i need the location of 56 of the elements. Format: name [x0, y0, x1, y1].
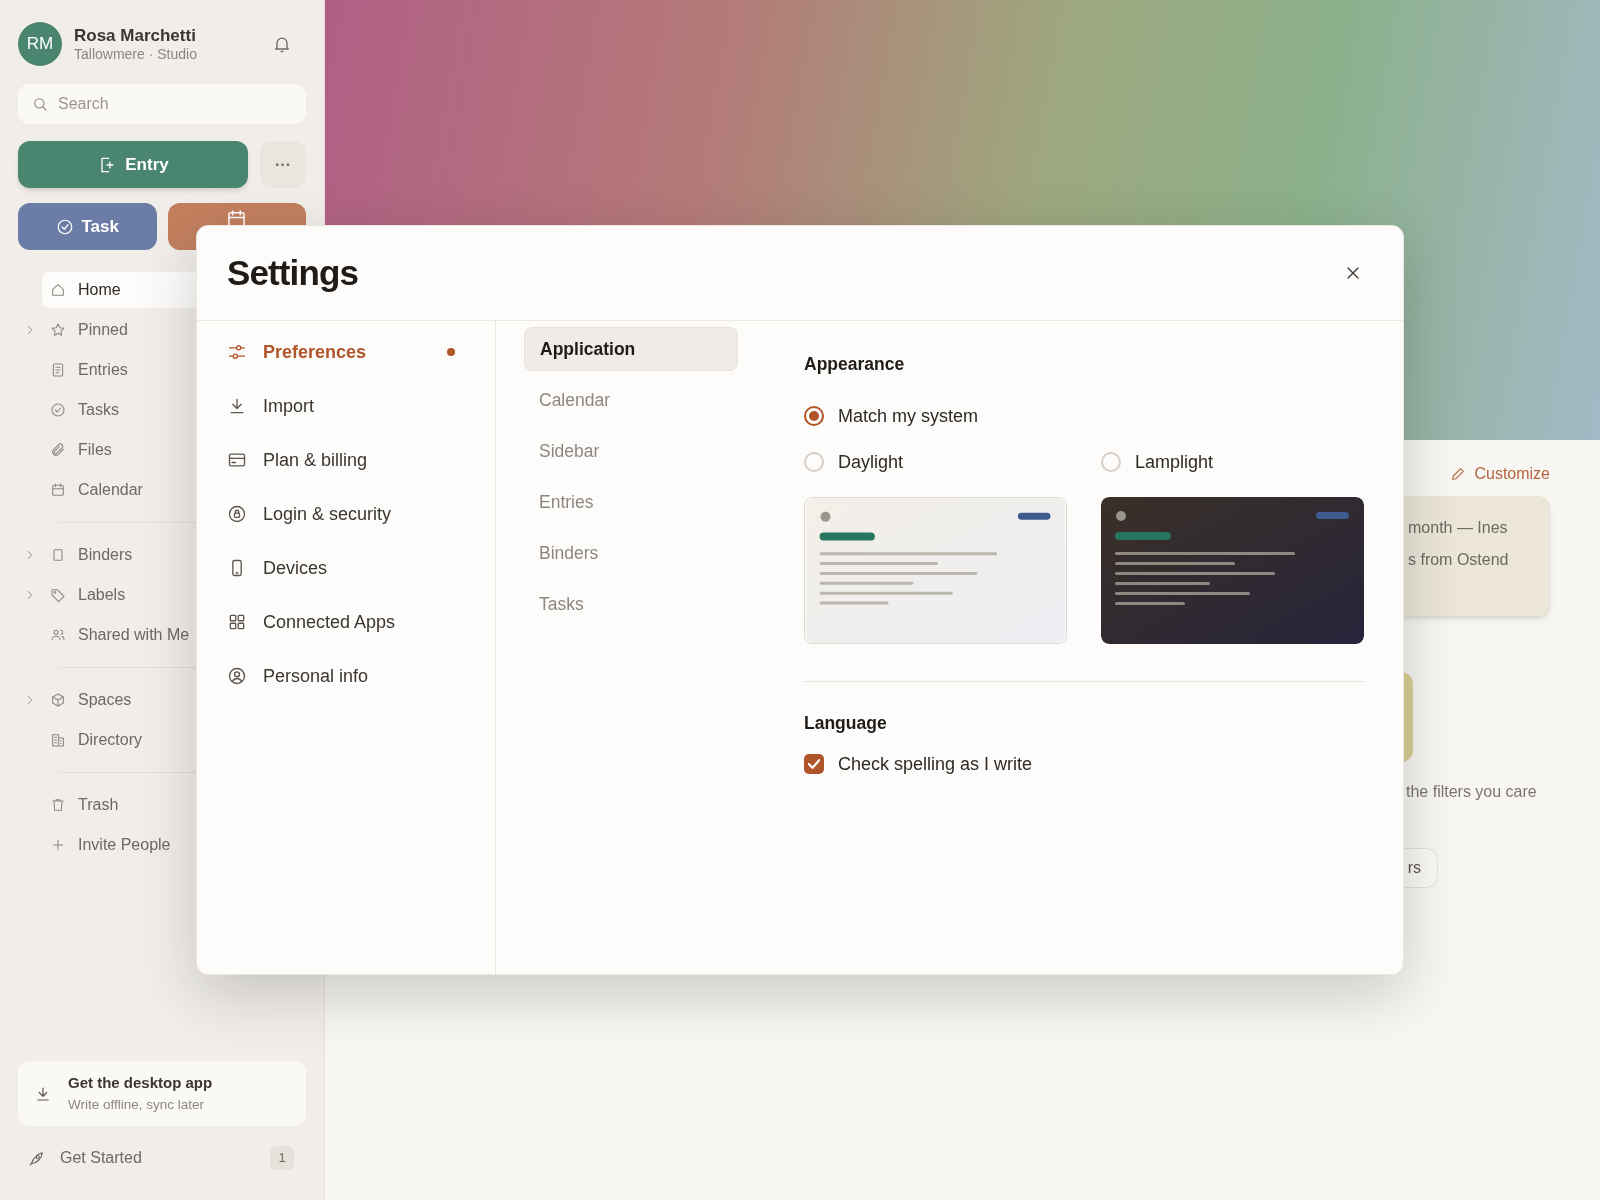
square-icon — [50, 547, 66, 563]
plus-icon — [50, 837, 66, 853]
section-tab[interactable]: Application — [524, 327, 738, 371]
sliders-icon — [227, 342, 247, 362]
checkbox-label: Check spelling as I write — [838, 752, 1033, 776]
trash-icon — [50, 797, 66, 813]
card-text: month — Ines — [1408, 518, 1509, 538]
radio-button[interactable] — [804, 406, 824, 427]
check-icon — [808, 758, 820, 770]
paperclip-icon — [50, 442, 66, 458]
option-label: Daylight — [838, 450, 904, 474]
section-tab[interactable]: Calendar — [524, 378, 738, 422]
star-icon — [50, 322, 66, 338]
hint-text: the filters you care — [1405, 782, 1538, 802]
card-subtitle: Write offline, sync later — [68, 1095, 206, 1114]
section-tab[interactable]: Entries — [524, 480, 738, 524]
section-heading: Appearance — [804, 353, 906, 376]
theme-preview[interactable] — [1101, 497, 1364, 645]
home-icon — [50, 282, 66, 298]
workspace-name: Tallowmere · Studio — [74, 45, 198, 64]
people-icon — [50, 627, 66, 643]
nav-item[interactable]: Directory — [42, 722, 306, 758]
settings-nav-item[interactable]: Import — [227, 379, 465, 433]
user-circle-icon — [227, 666, 247, 686]
section-tab[interactable]: Tasks — [524, 582, 738, 626]
calendar-icon — [50, 482, 66, 498]
option-label: Lamplight — [1135, 450, 1214, 474]
get-started-link[interactable]: Get Started — [60, 1146, 256, 1170]
avatar[interactable]: RM — [18, 22, 62, 66]
count-badge: 1 — [270, 1146, 294, 1170]
nav-item[interactable]: Invite People — [42, 827, 306, 863]
building-icon — [50, 732, 66, 748]
more-button[interactable]: ··· — [260, 141, 306, 188]
desktop-app-card[interactable]: Get the desktop app Write offline, sync later — [18, 1061, 306, 1126]
checkbox[interactable] — [804, 754, 824, 774]
search-field[interactable]: Search — [18, 84, 306, 124]
nav-item[interactable]: Trash — [42, 787, 306, 823]
user-name: Rosa Marchetti — [74, 24, 197, 46]
grid-icon — [227, 612, 247, 632]
lock-circle-icon — [227, 504, 247, 524]
check-circle-icon — [55, 217, 74, 236]
check-circle-icon — [50, 402, 66, 418]
section-tab[interactable]: Sidebar — [524, 429, 738, 473]
document-icon — [50, 362, 66, 378]
option-label: Match my system — [838, 404, 979, 428]
section-tab[interactable]: Binders — [524, 531, 738, 575]
card-text: s from Ostend — [1408, 550, 1510, 570]
section-heading: Language — [804, 712, 888, 736]
pencil-icon — [1450, 466, 1467, 482]
customize-link[interactable]: Customize — [1450, 462, 1550, 486]
tag-icon — [50, 587, 66, 603]
new-entry-button[interactable]: Entry — [18, 141, 248, 188]
card-title: Get the desktop app — [68, 1073, 213, 1094]
cube-icon — [50, 692, 66, 708]
task-button[interactable]: Task — [18, 203, 157, 250]
settings-nav-item[interactable]: Preferences — [227, 325, 465, 379]
